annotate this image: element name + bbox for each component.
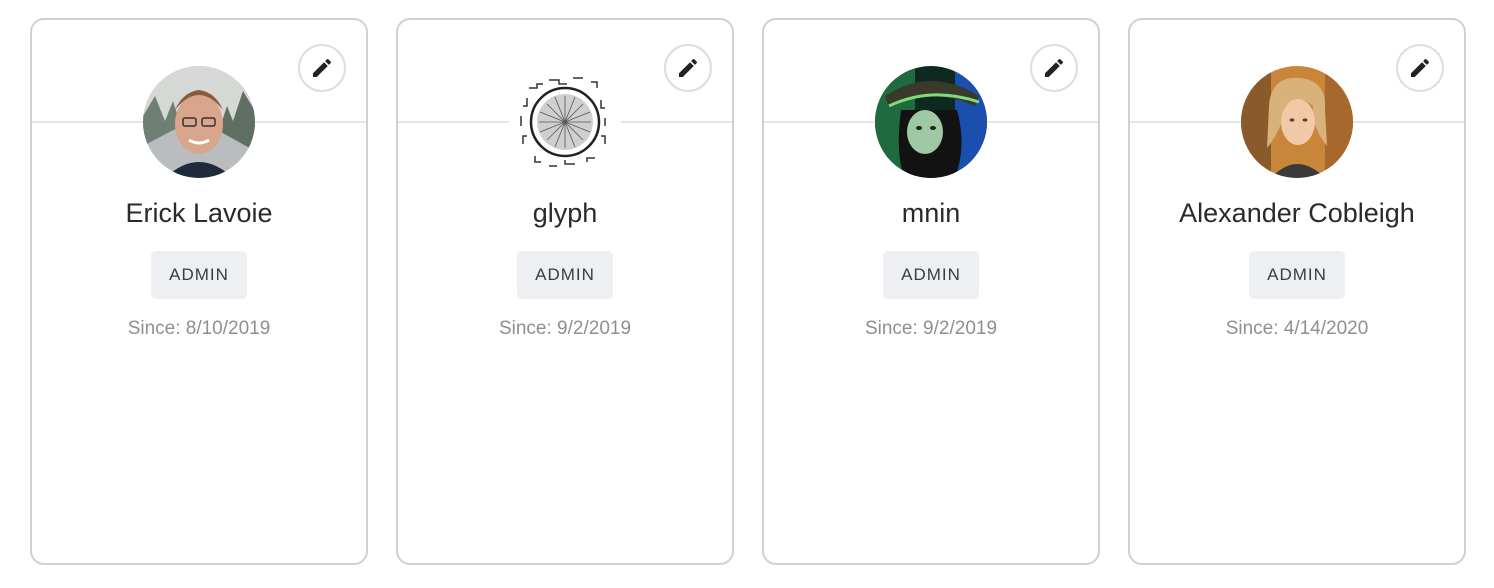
user-card: Erick Lavoie ADMIN Since: 8/10/2019	[30, 18, 368, 565]
edit-user-button[interactable]	[298, 44, 346, 92]
user-name: Erick Lavoie	[125, 198, 273, 228]
pencil-icon	[679, 58, 698, 77]
role-badge: ADMIN	[517, 251, 613, 299]
user-avatar	[143, 66, 255, 178]
pencil-icon	[1411, 58, 1430, 77]
user-name: mnin	[901, 198, 961, 228]
edit-user-button[interactable]	[1396, 44, 1444, 92]
user-avatar	[509, 66, 621, 178]
user-name: glyph	[532, 198, 598, 228]
user-card: Alexander Cobleigh ADMIN Since: 4/14/202…	[1128, 18, 1466, 565]
edit-user-button[interactable]	[664, 44, 712, 92]
member-since: Since: 8/10/2019	[127, 318, 271, 339]
pencil-icon	[1045, 58, 1064, 77]
user-name: Alexander Cobleigh	[1179, 198, 1415, 228]
user-card: glyph ADMIN Since: 9/2/2019	[396, 18, 734, 565]
user-card-grid: Erick Lavoie ADMIN Since: 8/10/2019 glyp…	[30, 18, 1466, 565]
user-avatar	[1241, 66, 1353, 178]
pencil-icon	[313, 58, 332, 77]
role-badge: ADMIN	[151, 251, 247, 299]
role-badge: ADMIN	[883, 251, 979, 299]
role-badge: ADMIN	[1249, 251, 1345, 299]
edit-user-button[interactable]	[1030, 44, 1078, 92]
member-since: Since: 9/2/2019	[864, 318, 998, 339]
member-since: Since: 4/14/2020	[1225, 318, 1369, 339]
user-avatar	[875, 66, 987, 178]
user-card: mnin ADMIN Since: 9/2/2019	[762, 18, 1100, 565]
member-since: Since: 9/2/2019	[498, 318, 632, 339]
